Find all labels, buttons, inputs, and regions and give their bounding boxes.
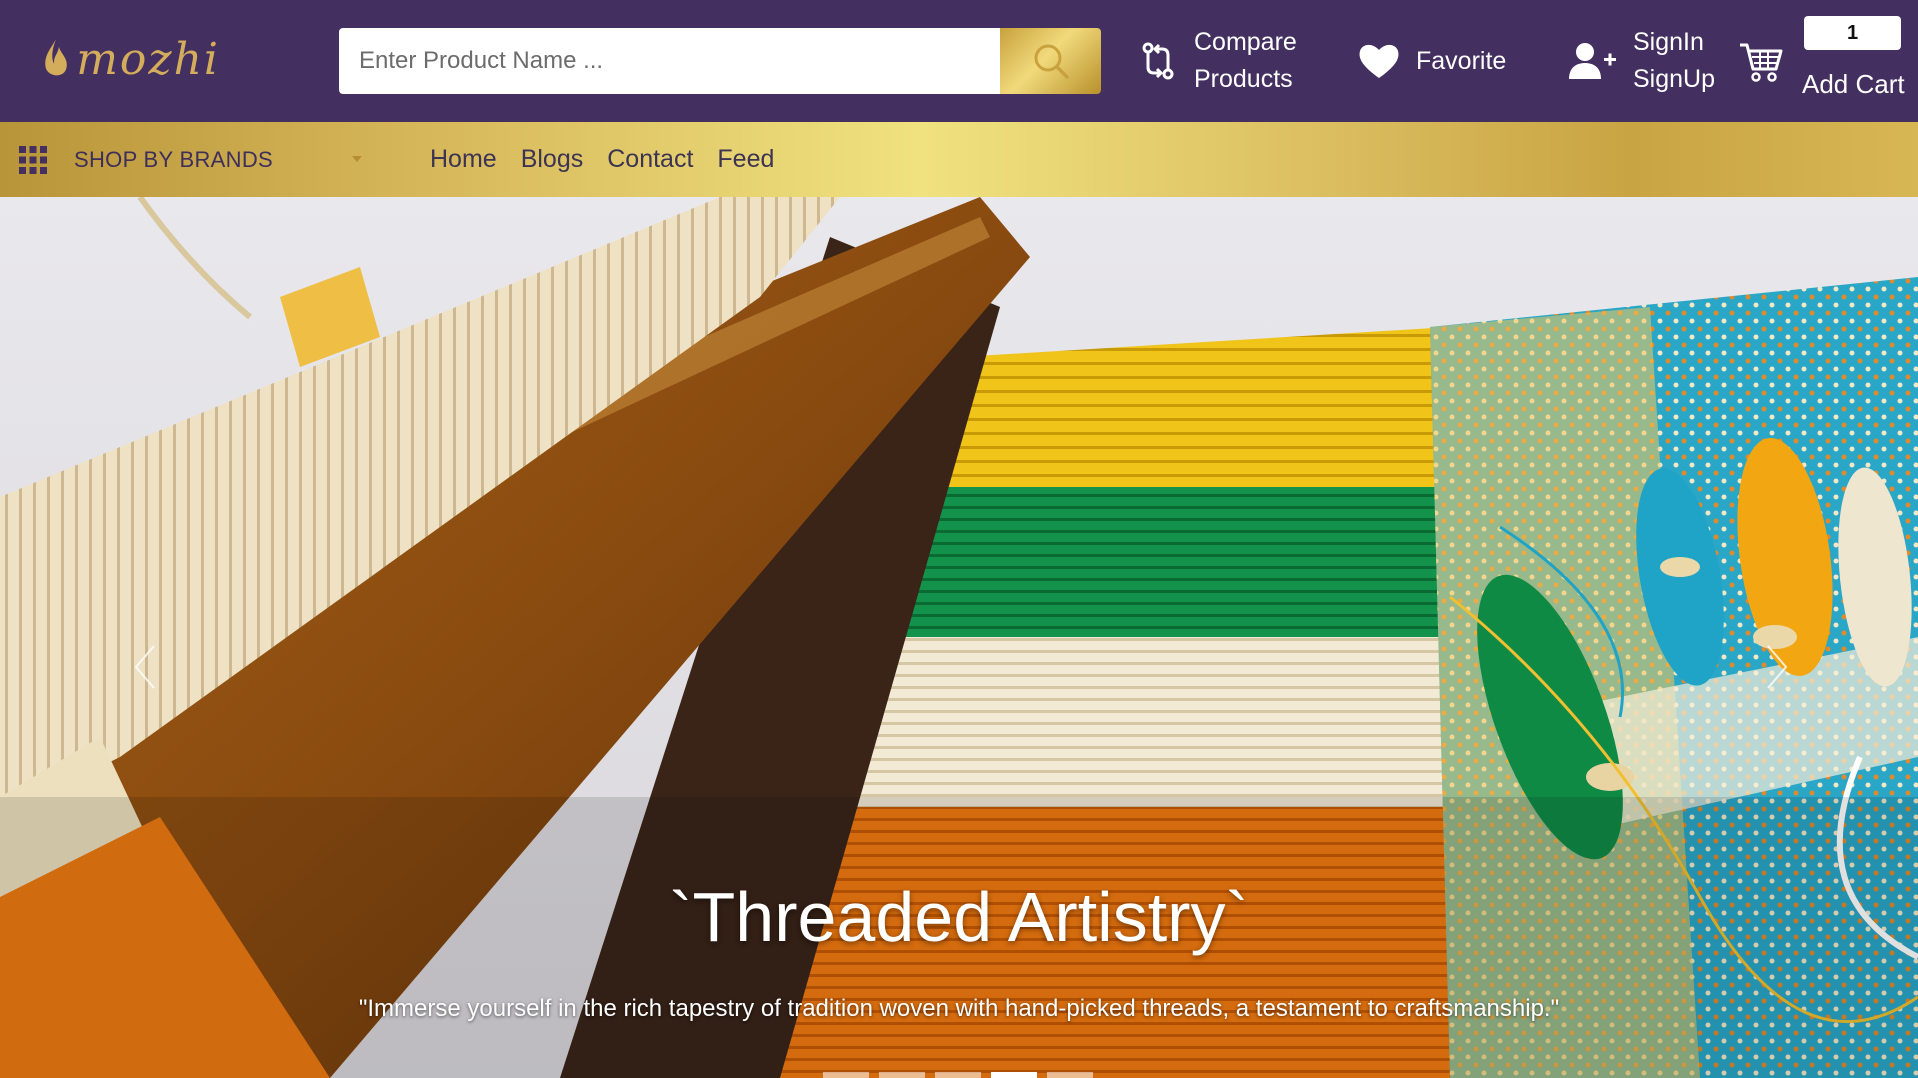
cart-count-badge: 1 <box>1804 16 1901 50</box>
sign-links: SignIn SignUp <box>1567 22 1715 100</box>
main-navbar: SHOP BY BRANDS Home Blogs Contact Feed <box>0 122 1918 197</box>
compare-arrows-icon <box>1142 42 1174 80</box>
shop-by-brands-dropdown[interactable]: SHOP BY BRANDS <box>18 122 273 197</box>
logo-text: mozhi <box>76 33 220 85</box>
carousel-next-button[interactable] <box>1747 627 1807 707</box>
carousel-indicator[interactable] <box>879 1072 925 1078</box>
nav-contact[interactable]: Contact <box>607 145 693 174</box>
search-button[interactable] <box>1000 28 1101 94</box>
compare-products-link[interactable]: Compare Products <box>1140 22 1297 100</box>
search-bar <box>339 28 1101 94</box>
top-header: mozhi Compare Products Favorite <box>0 0 1918 122</box>
carousel-indicator[interactable] <box>935 1072 981 1078</box>
flame-icon <box>45 39 67 76</box>
search-input[interactable] <box>339 28 1000 94</box>
compare-label-line2: Products <box>1194 65 1293 93</box>
hero-carousel: `Threaded Artistry` "Immerse yourself in… <box>0 197 1918 1078</box>
compare-label-line1: Compare <box>1194 28 1297 56</box>
heart-icon <box>1359 44 1399 78</box>
carousel-indicator-active[interactable] <box>991 1072 1037 1078</box>
brand-logo[interactable]: mozhi <box>40 14 220 104</box>
signup-link[interactable]: SignUp <box>1633 61 1715 98</box>
cart-icon-button[interactable] <box>1738 16 1784 106</box>
search-icon <box>1034 44 1069 79</box>
carousel-indicator[interactable] <box>823 1072 869 1078</box>
carousel-indicators <box>823 1072 1103 1078</box>
nav-home[interactable]: Home <box>430 145 497 174</box>
nav-links: Home Blogs Contact Feed <box>430 122 798 197</box>
shopping-cart-icon <box>1740 43 1783 82</box>
nav-feed[interactable]: Feed <box>717 145 774 174</box>
user-plus-icon <box>1569 43 1616 79</box>
carousel-indicator[interactable] <box>1047 1072 1093 1078</box>
chevron-left-icon <box>134 645 155 689</box>
grid-icon <box>19 145 47 174</box>
chevron-right-icon <box>1767 645 1788 689</box>
carousel-prev-button[interactable] <box>115 627 175 707</box>
favorite-link[interactable]: Favorite <box>1358 34 1506 88</box>
nav-blogs[interactable]: Blogs <box>521 145 584 174</box>
signin-link[interactable]: SignIn <box>1633 24 1715 61</box>
shop-by-brands-label: SHOP BY BRANDS <box>74 146 274 172</box>
favorite-label: Favorite <box>1416 46 1507 75</box>
add-cart-link[interactable]: Add Cart <box>1802 67 1905 101</box>
hero-caption: "Immerse yourself in the rich tapestry o… <box>358 995 1560 1022</box>
chevron-down-icon <box>352 156 362 162</box>
hero-title: `Threaded Artistry` <box>669 878 1249 956</box>
